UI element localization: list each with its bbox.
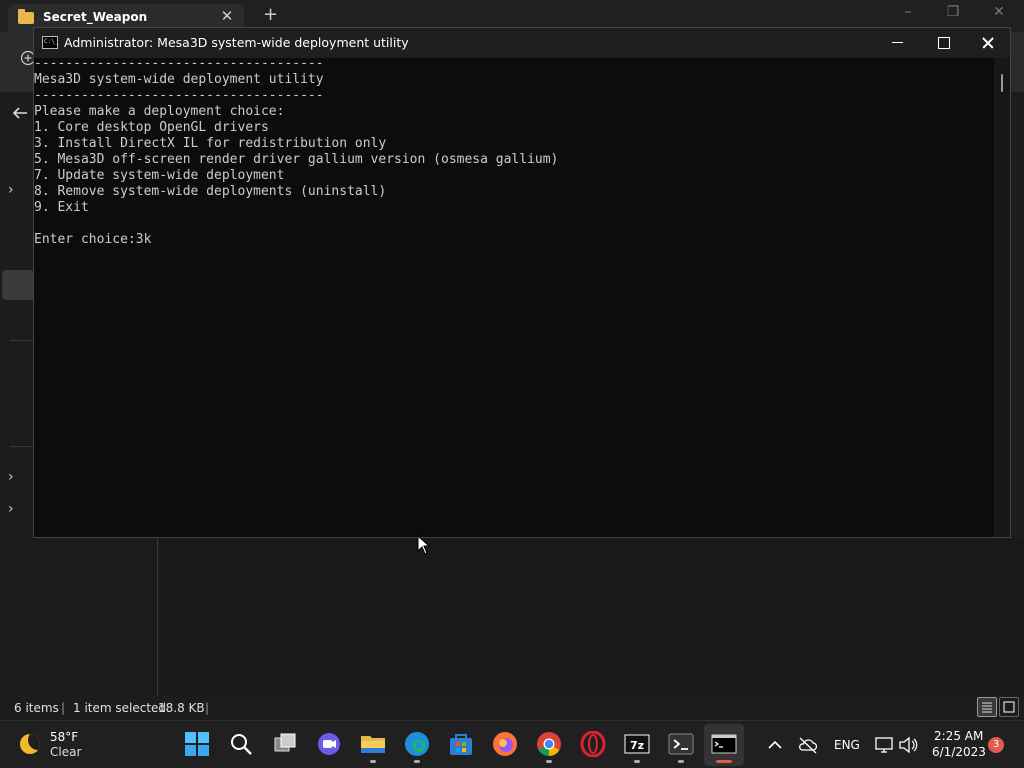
weather-widget[interactable]: 58°F Clear (16, 729, 106, 761)
explorer-tab-title: Secret_Weapon (43, 10, 148, 24)
back-arrow-icon[interactable] (12, 106, 28, 120)
clock-time[interactable]: 2:25 AM (934, 729, 983, 743)
selection-size: 18.8 KB (158, 701, 205, 715)
console-line: Mesa3D system-wide deployment utility (34, 72, 324, 87)
selected-nav-item[interactable] (2, 270, 34, 300)
moon-icon (20, 734, 40, 754)
expand-chevron-icon[interactable]: › (8, 469, 14, 485)
explorer-close-button[interactable]: ✕ (984, 4, 1014, 20)
clock-date[interactable]: 6/1/2023 (932, 745, 986, 759)
file-explorer-icon[interactable] (360, 731, 386, 757)
status-separator: | (205, 701, 210, 715)
volume-icon[interactable] (898, 735, 918, 755)
console-output[interactable]: ------------------------------------- Mes… (34, 58, 994, 537)
edge-icon[interactable] (404, 731, 430, 757)
details-view-icon[interactable] (977, 697, 997, 717)
active-indicator (716, 760, 732, 763)
console-scrollbar[interactable] (994, 58, 1010, 537)
scrollbar-thumb[interactable] (1001, 74, 1003, 92)
console-title-bar[interactable]: Administrator: Mesa3D system-wide deploy… (34, 28, 1010, 58)
tab-close-button[interactable]: ✕ (218, 7, 236, 25)
status-separator: | (61, 701, 66, 715)
windows-start-icon[interactable] (184, 731, 210, 757)
console-line: 3. Install DirectX IL for redistribution… (34, 136, 387, 151)
close-button[interactable] (974, 32, 1002, 54)
chevron-up-icon[interactable] (766, 736, 784, 754)
running-indicator (678, 760, 684, 763)
console-line: 7. Update system-wide deployment (34, 168, 285, 183)
console-line: 5. Mesa3D off-screen render driver galli… (34, 152, 559, 167)
command-prompt-icon (42, 36, 58, 49)
chat-icon[interactable] (316, 731, 342, 757)
console-line: Please make a deployment choice: (34, 104, 285, 119)
console-window[interactable]: Administrator: Mesa3D system-wide deploy… (33, 27, 1011, 538)
mouse-cursor-icon (417, 535, 431, 555)
explorer-restore-button[interactable]: ❐ (938, 4, 968, 20)
running-indicator (634, 760, 640, 763)
console-line: 9. Exit (34, 200, 89, 215)
running-indicator (546, 760, 552, 763)
console-title: Administrator: Mesa3D system-wide deploy… (64, 35, 409, 50)
terminal-icon[interactable] (668, 731, 694, 757)
svg-text:7z: 7z (630, 739, 644, 752)
console-text: ------------------------------------- Mes… (34, 58, 994, 248)
search-icon[interactable] (228, 731, 254, 757)
selection-info: 1 item selected (73, 701, 167, 715)
network-icon[interactable] (874, 735, 894, 755)
desktop: Secret_Weapon ✕ + – ❐ ✕ › › › 6 items | … (0, 0, 1024, 768)
minimize-button[interactable] (884, 32, 912, 54)
chrome-icon[interactable] (536, 731, 562, 757)
maximize-button[interactable] (929, 32, 957, 54)
running-indicator (370, 760, 376, 763)
firefox-icon[interactable] (492, 731, 518, 757)
new-tab-button[interactable]: + (263, 4, 278, 25)
weather-temperature: 58°F (50, 730, 79, 744)
explorer-status-bar: 6 items | 1 item selected 18.8 KB | (0, 696, 1024, 720)
language-indicator[interactable]: ENG (834, 738, 860, 752)
taskbar: 58°F Clear 7z ENG 2:25 AM 6/1/2023 3 (0, 720, 1024, 768)
console-line: ------------------------------------- (34, 58, 324, 71)
store-icon[interactable] (448, 731, 474, 757)
notification-badge[interactable]: 3 (988, 737, 1004, 753)
explorer-minimize-button[interactable]: – (893, 4, 923, 20)
onedrive-offline-icon[interactable] (798, 735, 818, 755)
tiles-view-icon[interactable] (999, 697, 1019, 717)
console-line: ------------------------------------- (34, 88, 324, 103)
item-count: 6 items (14, 701, 59, 715)
console-line: Enter choice:3k (34, 232, 152, 247)
opera-icon[interactable] (580, 731, 606, 757)
command-prompt-icon[interactable] (711, 731, 737, 757)
expand-chevron-icon[interactable]: › (8, 182, 14, 198)
weather-condition: Clear (50, 745, 82, 759)
running-indicator (414, 760, 420, 763)
folder-icon (18, 9, 34, 24)
expand-chevron-icon[interactable]: › (8, 501, 14, 517)
explorer-content-area (160, 538, 1024, 696)
console-line: 8. Remove system-wide deployments (unins… (34, 184, 387, 199)
console-line: 1. Core desktop OpenGL drivers (34, 120, 269, 135)
7zip-icon[interactable]: 7z (624, 731, 650, 757)
task-view-icon[interactable] (272, 731, 298, 757)
